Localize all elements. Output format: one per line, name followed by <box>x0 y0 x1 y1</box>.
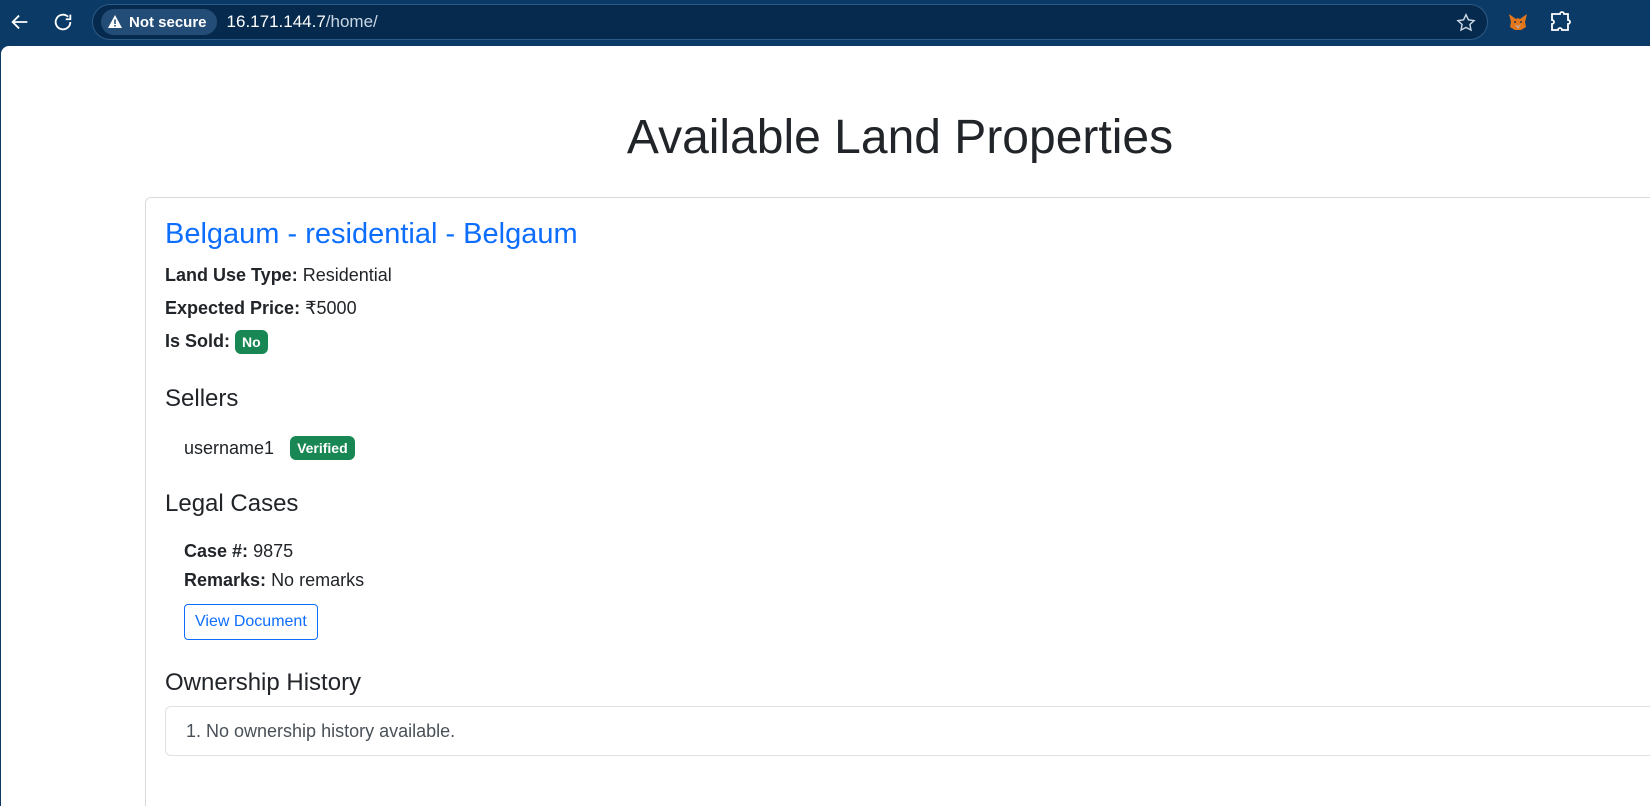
sellers-heading: Sellers <box>165 385 239 412</box>
security-indicator[interactable]: Not secure <box>101 9 217 35</box>
seller-name: username1 <box>184 437 275 458</box>
url-text[interactable]: 16.171.144.7/home/ <box>227 12 378 32</box>
land-use-value: Residential <box>302 265 392 285</box>
case-number-value: 9875 <box>253 541 294 561</box>
ownership-history-heading: Ownership History <box>165 669 362 696</box>
price-label: Expected Price: <box>165 298 301 318</box>
reload-button[interactable] <box>48 7 78 37</box>
list-item: 1. No ownership history available. <box>186 720 456 741</box>
page-viewport: Available Land Properties Belgaum - resi… <box>1 46 1650 806</box>
view-document-button[interactable]: View Document <box>184 604 318 640</box>
url-host: 16.171.144.7 <box>226 12 326 31</box>
remarks-value: No remarks <box>271 570 365 590</box>
ownership-history-list: 1. No ownership history available. <box>165 706 1650 756</box>
price-value: ₹5000 <box>305 298 357 318</box>
price-field: Expected Price: ₹5000 <box>165 298 357 319</box>
reload-icon <box>54 13 72 31</box>
property-card: Belgaum - residential - Belgaum Land Use… <box>145 197 1650 806</box>
address-bar[interactable]: Not secure 16.171.144.7/home/ <box>92 4 1488 40</box>
extensions-puzzle-icon[interactable] <box>1548 10 1572 34</box>
seller-item: username1 Verified <box>184 436 355 460</box>
property-title-link[interactable]: Belgaum - residential - Belgaum <box>165 218 578 251</box>
remarks-label: Remarks: <box>184 570 267 590</box>
case-number-label: Case #: <box>184 541 249 561</box>
metamask-fox-icon[interactable] <box>1506 10 1530 34</box>
sold-label: Is Sold: <box>165 330 231 351</box>
warning-icon <box>108 15 122 28</box>
bookmark-star-icon[interactable] <box>1455 12 1477 34</box>
land-use-field: Land Use Type: Residential <box>165 265 392 286</box>
land-use-label: Land Use Type: <box>165 265 298 285</box>
remarks-line: Remarks: No remarks <box>184 570 364 591</box>
sold-status-badge: No <box>235 330 268 354</box>
legal-cases-heading: Legal Cases <box>165 490 299 517</box>
case-number-line: Case #: 9875 <box>184 541 293 562</box>
verified-badge: Verified <box>290 436 355 460</box>
browser-toolbar: Not secure 16.171.144.7/home/ <box>0 0 1650 46</box>
sold-field: Is Sold: No <box>165 330 268 354</box>
page-title: Available Land Properties <box>626 111 1174 164</box>
back-arrow-icon <box>11 14 28 30</box>
back-button[interactable] <box>5 7 35 37</box>
security-label: Not secure <box>129 13 207 31</box>
url-path: /home/ <box>325 12 378 31</box>
